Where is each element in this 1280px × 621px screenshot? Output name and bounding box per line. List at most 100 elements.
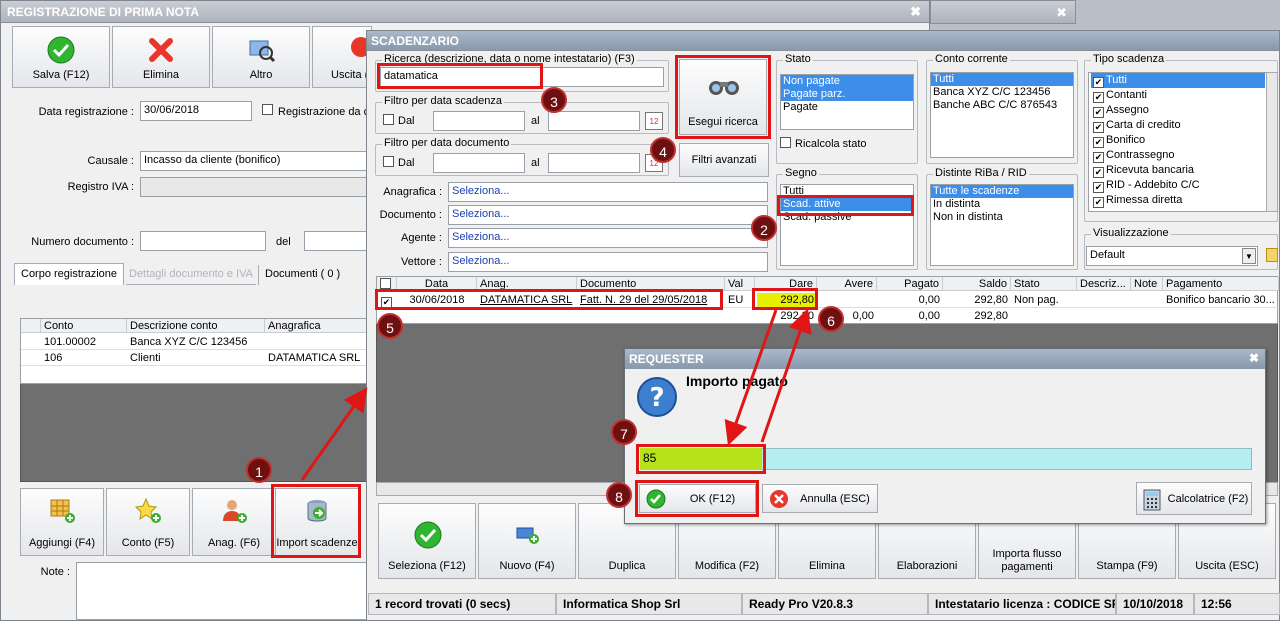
folder-icon[interactable] bbox=[1266, 248, 1278, 262]
requester-question: Importo pagato bbox=[686, 373, 788, 389]
row-stato: Non pag. bbox=[1014, 294, 1059, 306]
conto-label: Conto (F5) bbox=[121, 537, 175, 549]
add-button[interactable]: Aggiungi (F4) bbox=[20, 488, 104, 556]
agente-field[interactable]: Seleziona... bbox=[448, 228, 768, 248]
list-item[interactable]: Banche ABC C/C 876543 bbox=[931, 99, 1073, 112]
exit-label: Uscita ( bbox=[331, 69, 369, 81]
checkbox[interactable]: ✔ bbox=[1093, 167, 1104, 178]
save-button[interactable]: Salva (F12) bbox=[12, 26, 110, 88]
list-item[interactable]: ✔ Carta di credito bbox=[1091, 118, 1265, 133]
close-icon[interactable]: ✖ bbox=[1056, 5, 1067, 21]
dal-checkbox-documento[interactable] bbox=[383, 156, 396, 168]
tab-corpo[interactable]: Corpo registrazione bbox=[14, 263, 124, 285]
checkbox[interactable]: ✔ bbox=[1093, 152, 1104, 163]
highlight-box-ok bbox=[635, 480, 759, 517]
list-item[interactable]: Banca XYZ C/C 123456 bbox=[931, 86, 1073, 99]
documento-field[interactable]: Seleziona... bbox=[448, 205, 768, 225]
registrazione-check-label: Registrazione da c bbox=[278, 106, 370, 118]
calcolatrice-button[interactable]: Calcolatrice (F2) bbox=[1136, 482, 1252, 515]
agente-label: Agente : bbox=[401, 232, 442, 244]
list-item[interactable]: ✔ Tutti bbox=[1091, 73, 1265, 88]
list-item[interactable]: ✔ Ricevuta bancaria bbox=[1091, 163, 1265, 178]
al-label: al bbox=[531, 157, 540, 169]
close-icon[interactable]: ✖ bbox=[910, 4, 921, 20]
data-registrazione-field[interactable]: 30/06/2018 bbox=[140, 101, 252, 121]
list-item[interactable]: ✔ Contanti bbox=[1091, 88, 1265, 103]
registro-iva-field[interactable] bbox=[140, 177, 370, 197]
conto-button[interactable]: Conto (F5) bbox=[106, 488, 190, 556]
list-item[interactable]: Tutti bbox=[931, 73, 1073, 86]
dal-checkbox-scadenza[interactable] bbox=[383, 114, 396, 126]
seleziona-button[interactable]: Seleziona (F12) bbox=[378, 503, 476, 579]
del-date-field[interactable] bbox=[304, 231, 370, 251]
list-item-label: Contrassegno bbox=[1106, 149, 1175, 161]
calendar-icon[interactable]: 12 bbox=[645, 112, 663, 130]
checkbox[interactable]: ✔ bbox=[1093, 197, 1104, 208]
dal-documento-field[interactable] bbox=[433, 153, 525, 173]
visualizzazione-select[interactable]: Default bbox=[1086, 246, 1258, 266]
conto-listbox: Tutti Banca XYZ C/C 123456 Banche ABC C/… bbox=[930, 72, 1074, 158]
prima-nota-titlebar: REGISTRAZIONE DI PRIMA NOTA ✖ bbox=[1, 1, 929, 23]
tab-documenti[interactable]: Documenti ( 0 ) bbox=[258, 265, 370, 285]
row-pagamento: Bonifico bancario 30... bbox=[1166, 294, 1275, 306]
list-item[interactable]: Pagate parz. bbox=[781, 88, 913, 101]
list-item[interactable]: ✔ Bonifico bbox=[1091, 133, 1265, 148]
exit-button[interactable]: Uscita ( bbox=[312, 26, 372, 88]
seleziona-label: Seleziona (F12) bbox=[388, 560, 466, 572]
table-row-conto[interactable]: 101.00002 bbox=[41, 335, 127, 349]
table-row-conto[interactable]: 106 bbox=[41, 351, 127, 365]
row-saldo: 292,80 bbox=[974, 294, 1008, 306]
distinte-label: Distinte RiBa / RID bbox=[933, 167, 1029, 179]
al-documento-field[interactable] bbox=[548, 153, 640, 173]
checkbox[interactable]: ✔ bbox=[1093, 137, 1104, 148]
checkbox[interactable]: ✔ bbox=[1093, 122, 1104, 133]
list-item[interactable]: ✔ Rimessa diretta bbox=[1091, 193, 1265, 208]
list-item[interactable]: ✔ Assegno bbox=[1091, 103, 1265, 118]
tipo-label: Tipo scadenza bbox=[1091, 53, 1167, 65]
ricalcola-checkbox[interactable] bbox=[780, 137, 793, 149]
registrazione-checkbox[interactable] bbox=[262, 104, 275, 116]
table-row-descrizione[interactable]: Banca XYZ C/C 123456 bbox=[127, 335, 265, 349]
checkbox[interactable]: ✔ bbox=[1093, 77, 1104, 88]
list-item[interactable]: Tutte le scadenze bbox=[931, 185, 1073, 198]
note-field[interactable] bbox=[76, 562, 370, 620]
checkbox[interactable]: ✔ bbox=[1093, 107, 1104, 118]
registro-iva-label: Registro IVA : bbox=[67, 181, 134, 193]
table-row-descrizione[interactable]: Clienti bbox=[127, 351, 265, 365]
delete-button[interactable]: Elimina bbox=[112, 26, 210, 88]
list-item[interactable]: Non in distinta bbox=[931, 211, 1073, 224]
list-item[interactable]: In distinta bbox=[931, 198, 1073, 211]
numero-documento-field[interactable] bbox=[140, 231, 266, 251]
tab-dettagli[interactable]: Dettagli documento e IVA bbox=[126, 265, 256, 285]
table-row-anagrafica[interactable]: DATAMATICA SRL bbox=[265, 351, 371, 365]
list-item[interactable]: Pagate bbox=[781, 101, 913, 114]
annulla-button[interactable]: Annulla (ESC) bbox=[762, 484, 878, 513]
list-item-label: Bonifico bbox=[1106, 134, 1146, 146]
anag-button[interactable]: Anag. (F6) bbox=[192, 488, 276, 556]
vettore-field[interactable]: Seleziona... bbox=[448, 252, 768, 272]
other-button[interactable]: Altro bbox=[212, 26, 310, 88]
causale-field[interactable]: Incasso da cliente (bonifico) bbox=[140, 151, 370, 171]
filtri-avanzati-button[interactable]: Filtri avanzati bbox=[679, 143, 769, 177]
vettore-label: Vettore : bbox=[401, 256, 442, 268]
grid-add-icon bbox=[50, 499, 75, 523]
check-icon bbox=[47, 36, 75, 64]
dal-scadenza-field[interactable] bbox=[433, 111, 525, 131]
checkbox[interactable]: ✔ bbox=[1093, 182, 1104, 193]
calcolatrice-label: Calcolatrice (F2) bbox=[1167, 493, 1249, 505]
close-icon[interactable]: ✖ bbox=[1249, 351, 1259, 365]
nuovo-button[interactable]: Nuovo (F4) bbox=[478, 503, 576, 579]
anagrafica-field[interactable]: Seleziona... bbox=[448, 182, 768, 202]
step-badge-4: 4 bbox=[650, 137, 676, 163]
al-scadenza-field[interactable] bbox=[548, 111, 640, 131]
tipo-scrollbar[interactable] bbox=[1266, 72, 1278, 212]
checkbox[interactable]: ✔ bbox=[1093, 92, 1104, 103]
list-item[interactable]: ✔ Contrassegno bbox=[1091, 148, 1265, 163]
list-item[interactable]: Non pagate bbox=[781, 75, 913, 88]
step-badge-8: 8 bbox=[606, 482, 632, 508]
highlight-box-esegui bbox=[675, 55, 771, 139]
highlight-box-dare bbox=[752, 288, 818, 310]
chevron-down-icon[interactable]: ▼ bbox=[1242, 248, 1256, 264]
list-item[interactable]: ✔ RID - Addebito C/C bbox=[1091, 178, 1265, 193]
question-icon: ? bbox=[637, 377, 677, 417]
